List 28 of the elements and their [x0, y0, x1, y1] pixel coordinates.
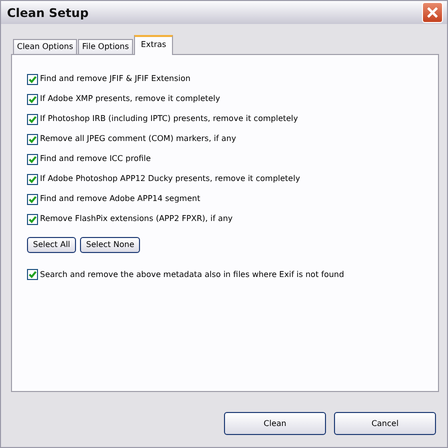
- checkbox-label[interactable]: Find and remove Adobe APP14 segment: [40, 193, 200, 205]
- checkbox-label[interactable]: If Adobe Photoshop APP12 Ducky presents, remove it completely: [40, 173, 300, 185]
- checkbox-label[interactable]: If Adobe XMP presents, remove it completely: [40, 93, 220, 105]
- checkbox-label[interactable]: Remove FlashPix extensions (APP2 FPXR), if any: [40, 213, 233, 225]
- checkbox[interactable]: [27, 214, 38, 224]
- checkbox[interactable]: [27, 74, 38, 84]
- checkbox[interactable]: [27, 154, 38, 164]
- checkbox[interactable]: [27, 94, 38, 104]
- checkbox[interactable]: [27, 194, 38, 204]
- checkbox[interactable]: [27, 174, 38, 184]
- tab[interactable]: File Options: [78, 39, 133, 54]
- tab[interactable]: Extras: [134, 35, 174, 55]
- select-button[interactable]: Select All: [27, 237, 76, 253]
- checkbox[interactable]: [27, 134, 38, 144]
- window-title: Clean Setup: [7, 4, 89, 22]
- checkbox-label[interactable]: If Photoshop IRB (including IPTC) presents, remove it completely: [40, 113, 298, 125]
- close-icon: [426, 6, 439, 19]
- select-button[interactable]: Select None: [80, 237, 140, 253]
- checkbox[interactable]: [27, 269, 38, 280]
- checkbox-label[interactable]: Find and remove ICC profile: [40, 153, 151, 165]
- checkbox-label[interactable]: Search and remove the above metadata also in files where Exif is not found: [40, 268, 344, 281]
- close-button[interactable]: [422, 2, 443, 23]
- tab[interactable]: Clean Options: [13, 39, 78, 54]
- checkbox[interactable]: [27, 114, 38, 124]
- cancel-button[interactable]: Cancel: [334, 412, 436, 435]
- checkbox-label[interactable]: Find and remove JFIF & JFIF Extension: [40, 73, 190, 85]
- clean-button[interactable]: Clean: [224, 412, 326, 435]
- checkbox-label[interactable]: Remove all JPEG comment (COM) markers, if any: [40, 133, 236, 145]
